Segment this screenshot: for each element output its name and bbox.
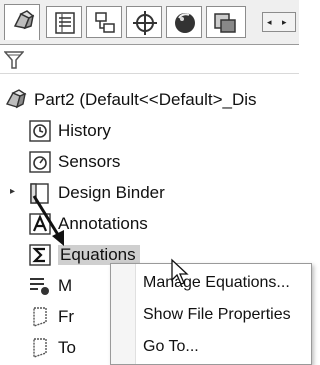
plane-icon [33,338,47,358]
scroll-right-icon[interactable]: ▸ [282,16,287,28]
tree-item-label: Annotations [58,214,148,233]
filter-icon[interactable] [4,50,24,70]
tab-scroll-buttons: ◂ ▸ [262,12,296,32]
tree-item-label: Equations [58,245,140,265]
scroll-left-icon[interactable]: ◂ [267,16,272,28]
expand-arrow-icon[interactable]: ▸ [10,186,15,197]
feature-manager-icon [13,10,35,30]
extra-tab-icon [214,13,236,33]
configuration-manager-icon [95,12,115,33]
menu-item-manage-equations[interactable]: Manage Equations... [143,274,290,292]
menu-item-go-to[interactable]: Go To... [143,338,199,356]
context-menu: Manage Equations... Show File Properties… [110,263,312,365]
tab-property-manager[interactable] [46,6,82,38]
tab-dimxpert-manager[interactable] [126,6,162,38]
tree-item-front-plane[interactable]: Fr [28,303,74,331]
property-manager-icon [55,12,75,34]
tree-item-history[interactable]: History [28,117,111,145]
tree-item-label: History [58,121,111,140]
tree-item-label: Design Binder [58,183,165,202]
display-manager-icon [175,13,195,33]
sensors-icon [29,151,51,173]
part-icon [5,89,27,109]
tree-item-top-plane[interactable]: To [28,334,76,362]
tree-item-label: To [58,338,76,357]
tree-item-label: Sensors [58,152,121,171]
tab-feature-manager[interactable] [4,4,40,40]
history-icon [29,120,51,142]
mouse-cursor-icon [171,258,189,285]
tree-item-sensors[interactable]: Sensors [28,148,120,176]
callout-arrow-icon [32,195,64,246]
feature-manager-panel: ◂ ▸ Part2 (Default<<Default>_Dis History [0,0,312,365]
tree-item-label: Fr [58,307,75,326]
tree-item-material[interactable]: M [28,272,72,300]
menu-item-show-file-properties[interactable]: Show File Properties [143,306,291,324]
menu-gutter [111,264,136,364]
tab-display-manager[interactable] [166,6,202,38]
dimxpert-manager-icon [133,11,157,35]
manager-tabbar: ◂ ▸ [0,0,299,45]
plane-icon [33,307,47,327]
material-icon [30,278,49,295]
tree-root-label: Part2 (Default<<Default>_Dis [34,90,257,109]
tree-root-part[interactable]: Part2 (Default<<Default>_Dis [4,86,257,114]
tree-item-label: M [58,276,73,295]
tab-extra[interactable] [206,6,246,38]
tab-configuration-manager[interactable] [86,6,122,38]
filter-bar [0,45,299,74]
